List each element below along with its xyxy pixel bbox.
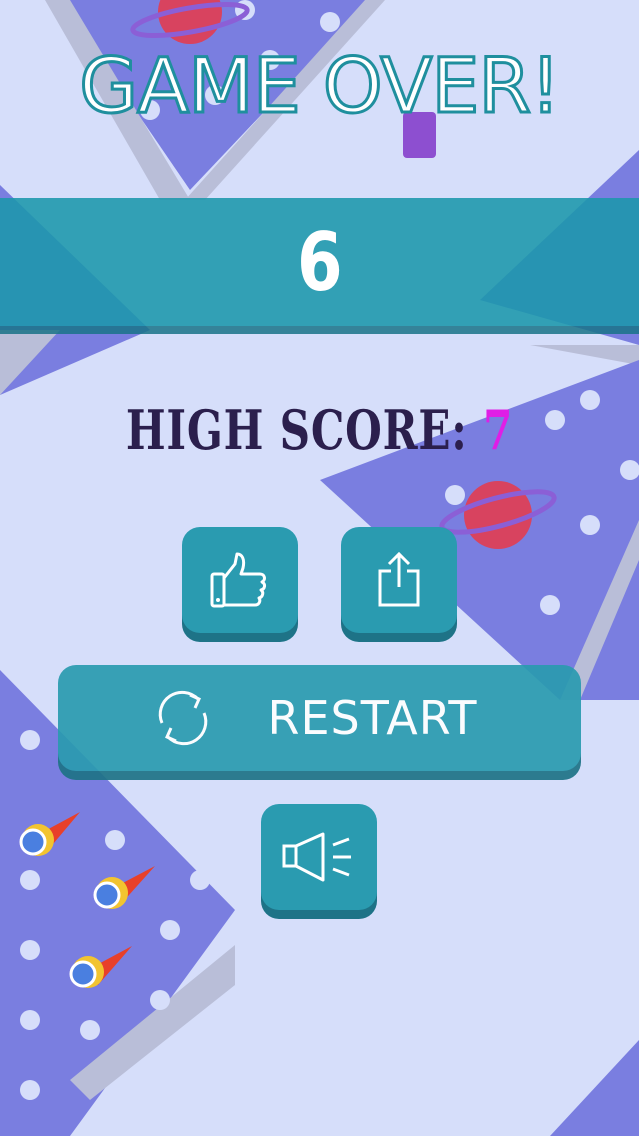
- game-over-title: GAME OVER!: [78, 41, 562, 130]
- speaker-icon: [282, 832, 351, 882]
- like-button[interactable]: [182, 527, 298, 633]
- high-score-value: 7: [483, 398, 514, 462]
- share-icon: [378, 551, 420, 607]
- thumbs-up-icon: [210, 552, 266, 608]
- space-background: [0, 0, 639, 1136]
- current-score: 6: [296, 215, 343, 309]
- high-score-label: HIGH SCORE:: [125, 398, 468, 462]
- restart-label: RESTART: [267, 691, 478, 745]
- restart-button[interactable]: RESTART: [58, 665, 581, 771]
- share-button[interactable]: [341, 527, 457, 633]
- refresh-icon: [158, 690, 207, 746]
- sound-toggle-button[interactable]: [261, 804, 377, 910]
- high-score: HIGH SCORE: 7: [70, 398, 568, 462]
- score-banner: 6: [0, 198, 639, 326]
